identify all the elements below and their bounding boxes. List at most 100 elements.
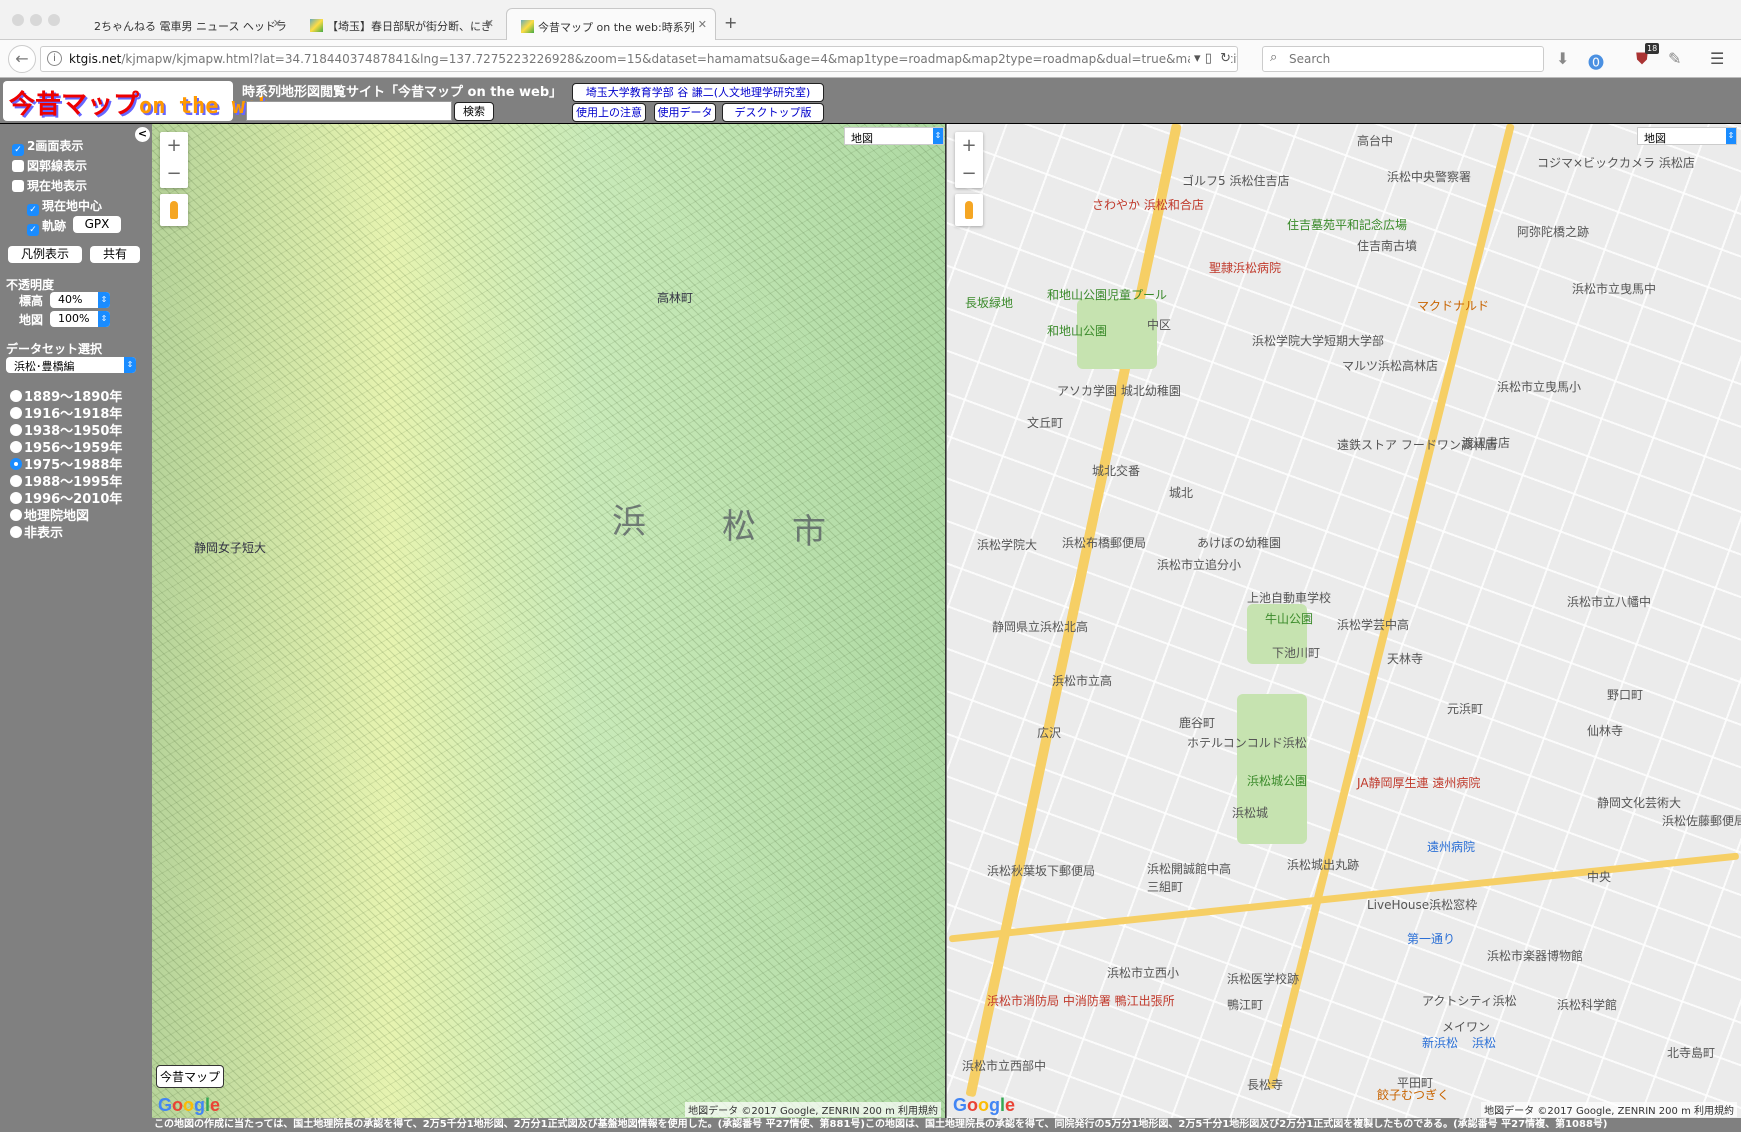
map-poi-label[interactable]: 住吉南古墳	[1357, 237, 1417, 254]
zoom-in-button[interactable]: +	[955, 132, 983, 160]
search-button[interactable]: 検索	[454, 102, 494, 121]
data-used-link[interactable]: 使用データ	[654, 103, 716, 122]
map-poi-label[interactable]: 浜松市立高	[1052, 672, 1112, 689]
map-poi-label[interactable]: あけぼの幼稚園	[1197, 534, 1281, 551]
extension-download-icon[interactable]: ⓿	[1588, 49, 1604, 73]
zoom-out-button[interactable]: −	[955, 160, 983, 188]
map-poi-label[interactable]: 浜松開誠館中高	[1147, 860, 1231, 877]
legend-button[interactable]: 凡例表示	[8, 246, 82, 263]
map-poi-label[interactable]: 第一通り	[1407, 930, 1455, 947]
close-icon[interactable]: ✕	[273, 17, 282, 30]
map-poi-label[interactable]: 新浜松	[1422, 1034, 1458, 1051]
map-poi-label[interactable]: 長松寺	[1247, 1076, 1283, 1093]
map-poi-label[interactable]: さわやか 浜松和合店	[1092, 196, 1204, 213]
map-poi-label[interactable]: 浜松学芸中高	[1337, 616, 1409, 633]
tab-2[interactable]: 【埼玉】春日部駅が街分断、にぎ ✕	[296, 8, 502, 40]
usage-notes-link[interactable]: 使用上の注意	[572, 103, 646, 122]
era-radio[interactable]: 非表示	[10, 522, 63, 541]
window-controls[interactable]	[12, 14, 66, 29]
download-icon[interactable]: ⬇	[1556, 49, 1569, 68]
desktop-version-link[interactable]: デスクトップ版	[722, 103, 824, 122]
dataset-select[interactable]: 浜松･豊橋編 ⇕	[6, 357, 136, 373]
menu-icon[interactable]: ☰	[1710, 49, 1724, 68]
gpx-button[interactable]: GPX	[73, 216, 121, 233]
zoom-control[interactable]: + −	[955, 132, 983, 188]
author-link[interactable]: 埼玉大学教育学部 谷 謙二(人文地理学研究室)	[572, 83, 824, 102]
tab-1[interactable]: 2ちゃんねる 電車男 ニュース ヘッドラ ✕	[80, 8, 290, 40]
map-poi-label[interactable]: 浜松学院大学短期大学部	[1252, 332, 1384, 349]
map-poi-label[interactable]: 浜松中央警察署	[1387, 168, 1471, 185]
map-poi-label[interactable]: アクトシティ浜松	[1422, 992, 1517, 1009]
road-map-right[interactable]: 高台中ゴルフ5 浜松住吉店 浜松中央警察署 コジマ×ビックカメラ 浜松店さわやか 浜…	[947, 124, 1741, 1118]
map-attribution[interactable]: 地図データ ©2017 Google, ZENRIN 200 m 利用規約	[1481, 1102, 1737, 1117]
map-poi-label[interactable]: 浜松秋葉坂下郵便局	[987, 862, 1095, 879]
pencil-icon[interactable]: ✎	[1668, 49, 1681, 68]
share-button[interactable]: 共有	[90, 246, 140, 263]
place-search-input[interactable]	[246, 101, 452, 121]
elevation-opacity-select[interactable]: 40% ⇕	[50, 292, 110, 308]
map-poi-label[interactable]: 住吉墓苑平和記念広場	[1287, 216, 1407, 233]
map-poi-label[interactable]: 聖隷浜松病院	[1209, 259, 1281, 276]
map-poi-label[interactable]: 元浜町	[1447, 700, 1483, 717]
info-icon[interactable]: i	[47, 51, 62, 66]
map-poi-label[interactable]: 和地山公園	[1047, 322, 1107, 339]
map-poi-label[interactable]: 城北	[1169, 484, 1193, 501]
map-poi-label[interactable]: 高台中	[1357, 132, 1393, 149]
back-arrow-icon[interactable]: ←	[8, 45, 36, 73]
map-poi-label[interactable]: 牛山公園	[1265, 610, 1313, 627]
map-poi-label[interactable]: 長坂緑地	[965, 294, 1013, 311]
map-poi-label[interactable]: 野口町	[1607, 686, 1643, 703]
map-poi-label[interactable]: ゴルフ5 浜松住吉店	[1182, 172, 1289, 189]
map-poi-label[interactable]: 中央	[1587, 868, 1611, 885]
center-current-checkbox[interactable]: ✓ 現在地中心	[27, 197, 102, 216]
map-poi-label[interactable]: 浜松市立八幡中	[1567, 593, 1651, 610]
map-poi-label[interactable]: 浜松市消防局 中消防署 鴨江出張所	[987, 992, 1175, 1009]
map-poi-label[interactable]: 浜松	[1472, 1034, 1496, 1051]
map-poi-label[interactable]: 浜松市立西部中	[962, 1057, 1046, 1074]
map-poi-label[interactable]: 静岡県立浜松北高	[992, 618, 1088, 635]
map-poi-label[interactable]: 鴨江町	[1227, 996, 1263, 1013]
street-view-pegman-icon[interactable]	[160, 194, 188, 226]
map-poi-label[interactable]: 浜松市立曳馬中	[1572, 280, 1656, 297]
map-poi-label[interactable]: 遠州病院	[1427, 838, 1475, 855]
map-poi-label[interactable]: 浜松医学校跡	[1227, 970, 1299, 987]
map-opacity-select[interactable]: 100% ⇕	[50, 311, 110, 327]
map-type-select[interactable]: 地図 ⇕	[844, 127, 944, 145]
reader-reload-icons[interactable]: ▾ ▯ ↻	[1190, 51, 1231, 66]
map-poi-label[interactable]: 鹿谷町	[1179, 714, 1215, 731]
zoom-out-button[interactable]: −	[160, 160, 188, 188]
map-poi-label[interactable]: メイワン	[1442, 1018, 1490, 1035]
map-poi-label[interactable]: 浜松市楽器博物館	[1487, 947, 1583, 964]
map-poi-label[interactable]: 仙林寺	[1587, 722, 1623, 739]
map-poi-label[interactable]: 浜松科学館	[1557, 996, 1617, 1013]
map-poi-label[interactable]: 三組町	[1147, 878, 1183, 895]
map-poi-label[interactable]: 浜松城	[1232, 804, 1268, 821]
zoom-control[interactable]: + −	[160, 132, 188, 188]
map-poi-label[interactable]: コジマ×ビックカメラ 浜松店	[1537, 154, 1695, 171]
dual-view-checkbox[interactable]: ✓ 2画面表示	[12, 137, 83, 156]
map-poi-label[interactable]: JA静岡厚生連 遠州病院	[1357, 774, 1480, 791]
map-poi-label[interactable]: 天林寺	[1387, 650, 1423, 667]
historical-map-left[interactable]: 浜 松 市 高林町 静岡女子短大 + − 地図 ⇕ 今昔マップ Google 地図デ…	[152, 124, 946, 1118]
map-poi-label[interactable]: 広沢	[1037, 724, 1061, 741]
url-bar[interactable]: i ktgis.net/kjmapw/kjmapw.html?lat=34.71…	[40, 46, 1238, 72]
close-icon[interactable]: ✕	[698, 18, 707, 31]
map-poi-label[interactable]: アソカ学園 城北幼稚園	[1057, 382, 1181, 399]
zoom-in-button[interactable]: +	[160, 132, 188, 160]
browser-search-input[interactable]: ⌕ Search	[1262, 46, 1544, 72]
street-view-pegman-icon[interactable]	[955, 194, 983, 226]
map-poi-label[interactable]: 浜松市立曳馬小	[1497, 378, 1581, 395]
map-poi-label[interactable]: ホテルコンコルド浜松	[1187, 734, 1307, 751]
site-logo[interactable]: 今昔マップon the web	[3, 81, 271, 121]
map-poi-label[interactable]: 城北交番	[1092, 462, 1140, 479]
map-poi-label[interactable]: 浜松市立追分小	[1157, 556, 1241, 573]
close-icon[interactable]: ✕	[485, 17, 494, 30]
grid-lines-checkbox[interactable]: 図郭線表示	[12, 157, 87, 174]
map-poi-label[interactable]: 浜松佐藤郵便局	[1662, 812, 1741, 829]
map-poi-label[interactable]: 浜松学院大	[977, 536, 1037, 553]
map-poi-label[interactable]: 餃子むつぎく	[1377, 1086, 1449, 1103]
tab-3-active[interactable]: 今昔マップ on the web:時系列 ✕	[506, 8, 716, 40]
map-poi-label[interactable]: 静岡文化芸術大	[1597, 794, 1681, 811]
map-poi-label[interactable]: 下池川町	[1272, 644, 1320, 661]
map-poi-label[interactable]: 浜松市立西小	[1107, 964, 1179, 981]
